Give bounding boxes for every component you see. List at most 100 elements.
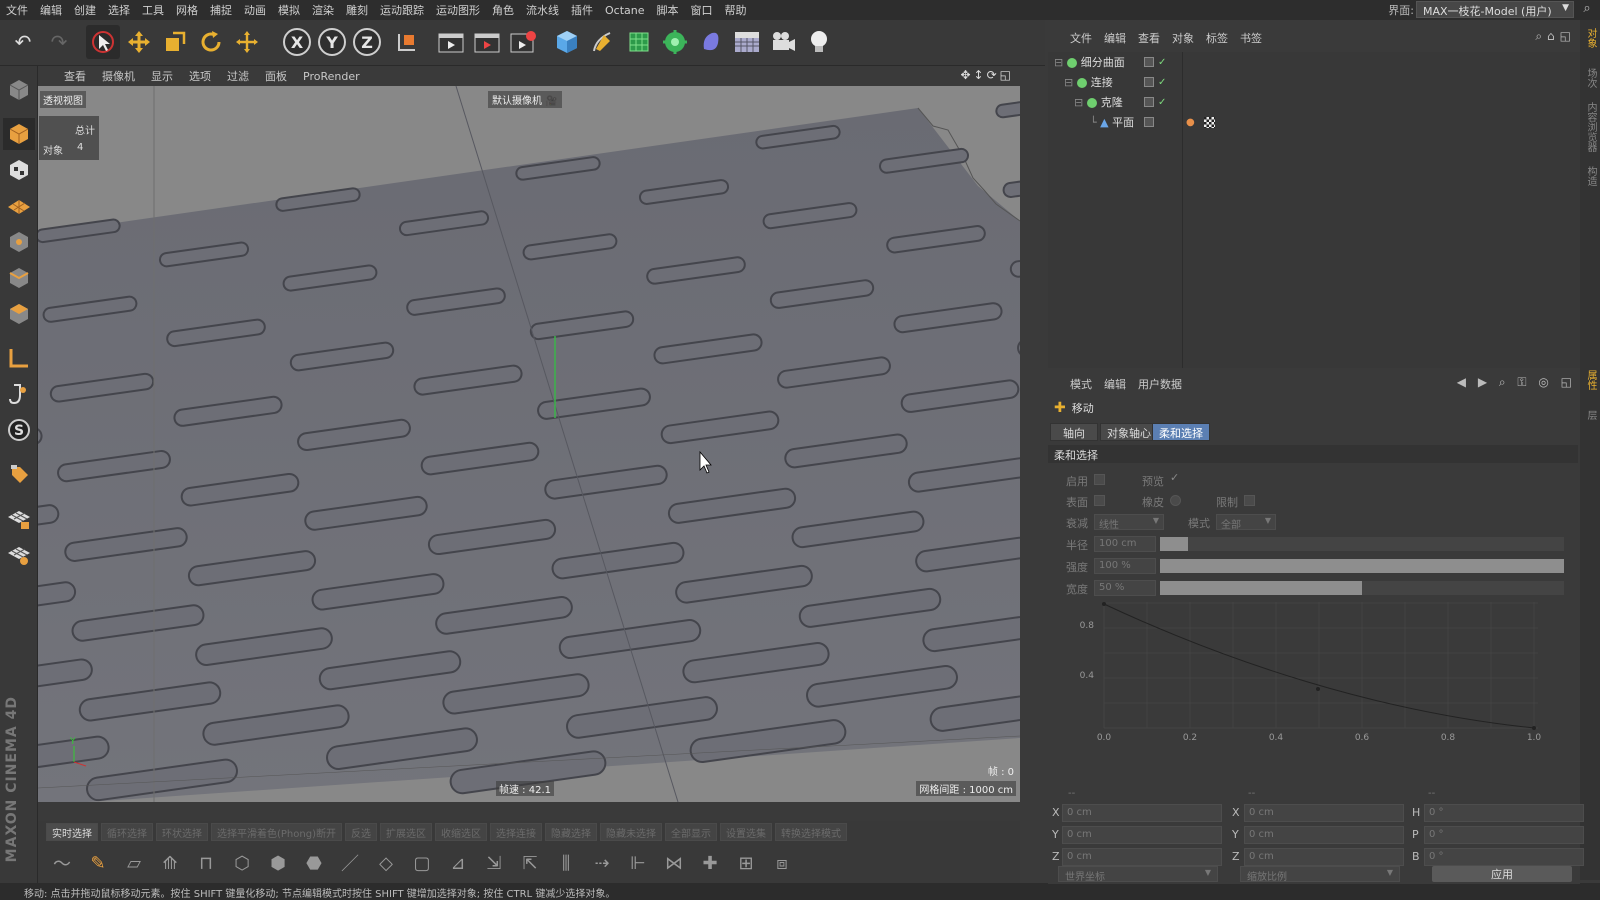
slide-icon[interactable]: ⊿ <box>442 847 474 879</box>
size-z-field[interactable]: 0 cm <box>1244 848 1404 866</box>
perspective-viewport[interactable]: Y 透视视图 默认摄像机 🎥 总计 对象 4 帧速 : 42.1 帧 : 0 网… <box>38 86 1020 802</box>
pen-spline-icon[interactable] <box>586 25 620 59</box>
weld-icon[interactable]: ◇ <box>370 847 402 879</box>
visibility-toggle[interactable] <box>1144 97 1154 107</box>
om-menu-file[interactable]: 文件 <box>1064 30 1098 46</box>
dissolve-icon[interactable]: ⋈ <box>658 847 690 879</box>
rotate-tool-icon[interactable] <box>194 25 228 59</box>
model-mode-icon[interactable] <box>3 118 35 150</box>
material-tag-icon[interactable] <box>1204 116 1215 128</box>
menu-edit[interactable]: 编辑 <box>34 2 68 18</box>
menu-motion-tracker[interactable]: 运动跟踪 <box>374 2 430 18</box>
coord-space-select[interactable]: 世界坐标 ▼ <box>1058 866 1218 883</box>
curve-point[interactable] <box>1102 602 1106 606</box>
undo-icon[interactable]: ↶ <box>6 25 40 59</box>
menu-file[interactable]: 文件 <box>0 2 34 18</box>
pos-x-field[interactable]: 0 cm <box>1062 804 1222 822</box>
extrude-icon[interactable]: ⟰ <box>154 847 186 879</box>
strength-slider[interactable] <box>1160 559 1564 573</box>
curve-point[interactable] <box>1532 726 1536 730</box>
select-connected-button[interactable]: 选择连接 <box>489 823 542 841</box>
grow-selection-button[interactable]: 扩展选区 <box>379 823 432 841</box>
viewport-nav-icons[interactable]: ✥↕⟳◱ <box>960 68 1014 82</box>
falloff-curve-graph[interactable]: 0.8 0.4 0.0 0.2 0.4 0.6 0.8 1.0 <box>1078 592 1548 752</box>
om-menu-objects[interactable]: 对象 <box>1166 30 1200 46</box>
menu-create[interactable]: 创建 <box>68 2 102 18</box>
workplane-lock-icon[interactable] <box>3 502 35 534</box>
tab-objects[interactable]: 对象 <box>1583 28 1598 48</box>
viewport-menu-view[interactable]: 查看 <box>44 68 94 84</box>
object-row-plane[interactable]: └ ▲ 平面 ● <box>1048 112 1580 132</box>
camera-icon[interactable] <box>766 25 800 59</box>
viewport-menu-filter[interactable]: 过滤 <box>219 68 257 84</box>
tab-object-axis[interactable]: 对象轴心 <box>1100 423 1158 441</box>
rubber-radio[interactable] <box>1170 495 1181 506</box>
extrude-inner-icon[interactable]: ⊓ <box>190 847 222 879</box>
falloff-select[interactable]: 线性 ▼ <box>1094 514 1164 531</box>
set-selection-button[interactable]: 设置选集 <box>719 823 772 841</box>
redo-icon[interactable]: ↷ <box>42 25 76 59</box>
menu-sculpt[interactable]: 雕刻 <box>340 2 374 18</box>
bridge-icon[interactable]: ⬢ <box>262 847 294 879</box>
mode-select[interactable]: 全部 ▼ <box>1216 514 1276 531</box>
transform-tool-icon[interactable] <box>230 25 264 59</box>
viewport-menu-panel[interactable]: 面板 <box>257 68 295 84</box>
menu-snap[interactable]: 捕捉 <box>204 2 238 18</box>
rot-b-field[interactable]: 0 ° <box>1424 848 1584 866</box>
live-selection-button[interactable]: 实时选择 <box>46 823 98 841</box>
viewport-menu-display[interactable]: 显示 <box>143 68 181 84</box>
om-toolbar-icons[interactable]: ⌕⌂◱ <box>1535 29 1576 44</box>
am-menu-userdata[interactable]: 用户数据 <box>1132 376 1188 392</box>
menu-script[interactable]: 脚本 <box>651 2 685 18</box>
menu-mograph[interactable]: 运动图形 <box>430 2 486 18</box>
hide-unselected-button[interactable]: 隐藏未选择 <box>599 823 662 841</box>
size-y-field[interactable]: 0 cm <box>1244 826 1404 844</box>
iron-icon[interactable]: ⇲ <box>478 847 510 879</box>
texture-mode-icon[interactable] <box>3 154 35 186</box>
polygon-pen-icon[interactable]: ✎ <box>82 847 114 879</box>
search-icon[interactable]: ⌕ <box>1578 1 1596 19</box>
preview-checkbox[interactable]: ✓ <box>1170 471 1179 484</box>
cloner-icon[interactable] <box>658 25 692 59</box>
knife-plane-icon[interactable]: ▱ <box>118 847 150 879</box>
camera-label[interactable]: 默认摄像机 🎥 <box>488 91 562 108</box>
render-view-icon[interactable] <box>434 25 468 59</box>
enabled-check-icon[interactable]: ✓ <box>1158 57 1166 68</box>
menu-animate[interactable]: 动画 <box>238 2 272 18</box>
menu-character[interactable]: 角色 <box>486 2 520 18</box>
am-menu-edit[interactable]: 编辑 <box>1098 376 1132 392</box>
viewport-canvas[interactable]: Y <box>38 86 1020 802</box>
tab-structure[interactable]: 构造 <box>1583 166 1598 186</box>
strength-field[interactable]: 100 % <box>1094 558 1156 574</box>
tab-content-browser[interactable]: 内容浏览器 <box>1583 102 1598 152</box>
snap-icon[interactable] <box>3 458 35 490</box>
phong-tag-icon[interactable]: ● <box>1186 117 1195 128</box>
curve-point[interactable] <box>1316 687 1320 691</box>
hide-selected-button[interactable]: 隐藏选择 <box>544 823 597 841</box>
object-row-connect[interactable]: ⊟ 连接 ✓ <box>1048 72 1580 92</box>
tab-soft-selection[interactable]: 柔和选择 <box>1152 423 1210 441</box>
scale-mode-select[interactable]: 缩放比例 ▼ <box>1240 866 1400 883</box>
brush-icon[interactable]: ／ <box>334 847 366 879</box>
axis-mode-icon[interactable] <box>3 342 35 374</box>
menu-plugins[interactable]: 插件 <box>565 2 599 18</box>
coordinate-system-icon[interactable] <box>390 25 424 59</box>
menu-pipeline[interactable]: 流水线 <box>520 2 565 18</box>
menu-window[interactable]: 窗口 <box>685 2 719 18</box>
triangulate-icon[interactable]: ⧈ <box>766 847 798 879</box>
tab-attributes[interactable]: 属性 <box>1583 370 1598 390</box>
object-row-subdivision[interactable]: ⊟ 细分曲面 ✓ <box>1048 52 1580 72</box>
unhide-all-button[interactable]: 全部显示 <box>664 823 717 841</box>
deformer-icon[interactable] <box>694 25 728 59</box>
polygons-mode-icon[interactable] <box>3 298 35 330</box>
apply-button[interactable]: 应用 <box>1432 866 1572 882</box>
render-settings-icon[interactable] <box>506 25 540 59</box>
tab-takes[interactable]: 场次 <box>1583 68 1598 88</box>
restrict-checkbox[interactable] <box>1244 495 1255 506</box>
workplane-mode-icon[interactable] <box>3 190 35 222</box>
line-cut-icon[interactable]: 〜 <box>46 847 78 879</box>
om-menu-tags[interactable]: 标签 <box>1200 30 1234 46</box>
shrink-selection-button[interactable]: 收缩选区 <box>434 823 487 841</box>
optimize-icon[interactable]: ✚ <box>694 847 726 879</box>
menu-select[interactable]: 选择 <box>102 2 136 18</box>
